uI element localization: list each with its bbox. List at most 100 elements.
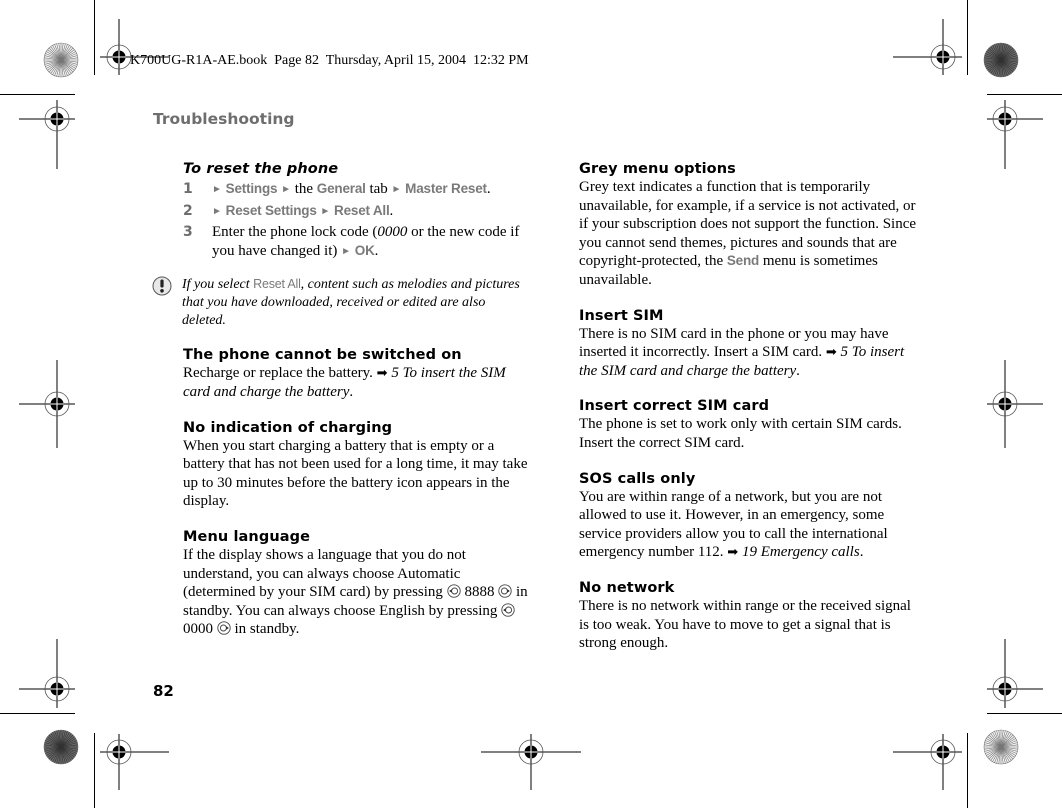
text: .: [796, 362, 800, 379]
menu-arrow-icon: ►: [281, 184, 291, 195]
registration-target-icon: [987, 639, 1043, 708]
crop-line: [967, 733, 968, 808]
step-number: 1: [183, 181, 193, 197]
menu-item-master-reset: Master Reset: [405, 181, 487, 196]
section-cannot-switch-on: The phone cannot be switched on Recharge…: [183, 346, 528, 401]
heading: Menu language: [183, 528, 311, 545]
crop-line: [0, 94, 75, 95]
note-text: If you select Reset All, content such as…: [182, 275, 528, 330]
menu-arrow-icon: ►: [212, 184, 222, 195]
crop-line: [987, 94, 1062, 95]
color-calibration-icon: [983, 729, 1019, 765]
reference-arrow-icon: ➡: [376, 365, 388, 381]
section-no-charging: No indication of charging When you start…: [183, 419, 528, 511]
heading: No indication of charging: [183, 419, 393, 436]
page-number: 82: [153, 682, 174, 700]
section-menu-language: Menu language If the display shows a lan…: [183, 528, 528, 639]
text: .: [349, 383, 354, 400]
navigation-key-right-icon: [498, 584, 512, 598]
step-number: 2: [183, 202, 193, 219]
step-number: 3: [183, 224, 193, 241]
reset-note: If you select Reset All, content such as…: [152, 275, 528, 330]
menu-item-ok: OK: [354, 242, 375, 258]
menu-arrow-icon: ►: [212, 205, 222, 217]
text: .: [374, 242, 379, 259]
step-1: 1 ► Settings ► the General tab ► Master …: [183, 180, 528, 200]
menu-arrow-icon: ►: [391, 184, 402, 195]
text: .: [859, 544, 864, 561]
section-title: Troubleshooting: [153, 110, 295, 128]
body-text: You are within range of a network, but y…: [579, 488, 924, 562]
exclamation-note-icon: [152, 276, 172, 296]
menu-item-reset-settings: Reset Settings: [225, 202, 317, 218]
text: the: [294, 181, 314, 197]
running-header: K700UG-R1A-AE.book Page 82 Thursday, Apr…: [130, 53, 529, 68]
heading: Insert correct SIM card: [579, 398, 770, 415]
color-calibration-icon: [43, 729, 79, 765]
menu-arrow-icon: ►: [320, 205, 331, 217]
crop-line: [987, 713, 1062, 714]
section-grey-menu: Grey menu options Grey text indicates a …: [579, 160, 924, 290]
body-text: There is no SIM card in the phone or you…: [579, 325, 924, 381]
heading: Grey menu options: [579, 161, 736, 177]
crop-line: [94, 733, 95, 808]
body-text: Recharge or replace the battery. ➡ 5 To …: [183, 364, 528, 401]
step-3: 3 Enter the phone lock code (0000 or the…: [183, 223, 528, 261]
menu-item-send: Send: [726, 253, 760, 269]
heading: Insert SIM: [579, 307, 664, 324]
body-text: The phone is set to work only with certa…: [579, 416, 902, 451]
registration-target-icon: [100, 734, 169, 790]
reference-arrow-icon: ➡: [825, 344, 837, 360]
reset-steps: 1 ► Settings ► the General tab ► Master …: [183, 180, 528, 261]
registration-target-icon: [19, 100, 75, 169]
body-text: There is no network within range or the …: [579, 597, 911, 652]
color-calibration-icon: [983, 42, 1019, 78]
section-insert-sim: Insert SIM There is no SIM card in the p…: [579, 307, 924, 381]
key-code: 0000: [183, 621, 213, 638]
registration-target-icon: [987, 100, 1043, 169]
heading: No network: [579, 579, 675, 596]
registration-target-icon: [893, 734, 962, 790]
text: If you select: [182, 277, 254, 293]
step-2: 2 ► Reset Settings ► Reset All.: [183, 202, 528, 222]
section-sos-only: SOS calls only You are within range of a…: [579, 470, 924, 562]
menu-item-reset-all: Reset All: [334, 202, 390, 218]
menu-item-settings: Settings: [225, 181, 278, 196]
left-column: To reset the phone 1 ► Settings ► the Ge…: [152, 160, 528, 656]
body-text: If the display shows a language that you…: [183, 546, 528, 639]
crop-line: [94, 0, 95, 75]
reference-arrow-icon: ➡: [727, 544, 739, 560]
lock-code: 0000: [377, 224, 408, 241]
right-column: Grey menu options Grey text indicates a …: [579, 160, 924, 670]
crop-line: [0, 713, 75, 714]
text: tab: [369, 181, 388, 197]
navigation-key-left-icon: [447, 584, 461, 598]
color-calibration-icon: [43, 42, 79, 78]
heading: SOS calls only: [579, 470, 696, 487]
registration-target-icon: [19, 639, 75, 708]
text: Enter the phone lock code (: [212, 224, 378, 241]
body-text: When you start charging a battery that i…: [183, 437, 528, 510]
reset-title: To reset the phone: [183, 161, 339, 177]
section-insert-correct-sim: Insert correct SIM card The phone is set…: [579, 397, 924, 452]
body-text: Grey text indicates a function that is t…: [579, 178, 924, 290]
menu-item-general: General: [316, 181, 366, 196]
key-code: 8888: [464, 584, 495, 601]
menu-arrow-icon: ►: [341, 245, 352, 257]
text: Recharge or replace the battery.: [183, 365, 373, 382]
section-no-network: No network There is no network within ra…: [579, 579, 924, 653]
cross-reference-link[interactable]: 19 Emergency calls: [742, 544, 860, 560]
text: in standby.: [234, 621, 300, 638]
navigation-key-left-icon: [501, 603, 515, 617]
crop-line: [967, 0, 968, 75]
registration-target-icon: [19, 360, 75, 448]
text: .: [389, 202, 394, 219]
registration-target-icon: [481, 734, 581, 790]
text: .: [486, 181, 491, 197]
registration-target-icon: [987, 360, 1043, 448]
text: If the display shows a language that you…: [183, 546, 466, 601]
heading: The phone cannot be switched on: [183, 347, 462, 364]
menu-item-reset-all: Reset All: [253, 277, 301, 292]
registration-target-icon: [893, 19, 962, 75]
navigation-key-right-icon: [217, 621, 231, 635]
